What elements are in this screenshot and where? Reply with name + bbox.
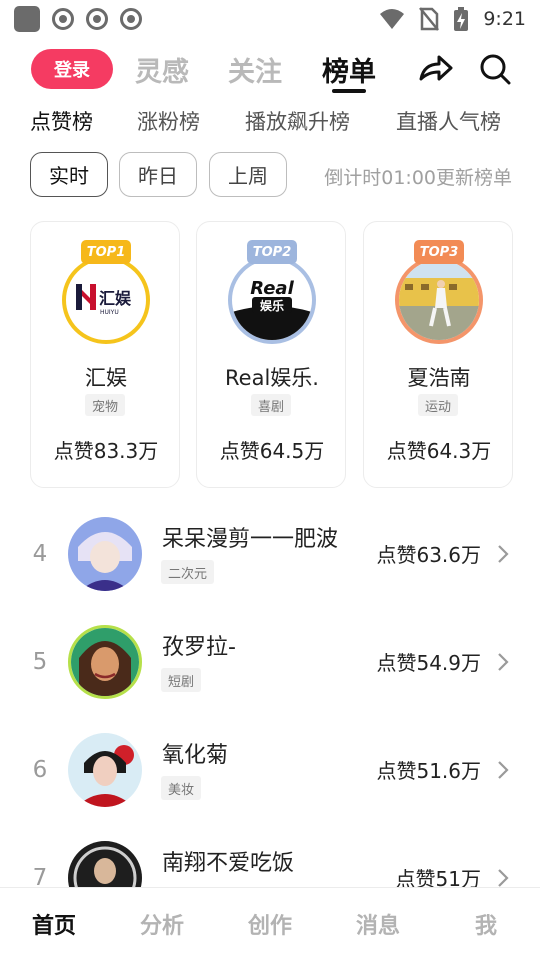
bottom-nav: 首页 分析 创作 消息 我 (0, 887, 540, 960)
top1-logo-text: 汇娱 (99, 289, 132, 308)
top3-avatar (395, 256, 483, 344)
chevron-right-icon (498, 653, 509, 671)
tab-inspiration[interactable]: 灵感 (135, 50, 189, 89)
chrome-icon (52, 8, 74, 30)
top1-card[interactable]: TOP1 汇娱 HUIYU 汇娱 宠物 点赞83.3万 (30, 221, 180, 488)
top1-badge: TOP1 (81, 240, 131, 264)
filter-last-week[interactable]: 上周 (209, 152, 287, 197)
top2-likes: 点赞64.5万 (219, 439, 325, 463)
top1-likes: 点赞83.3万 (53, 439, 159, 463)
top3-name: 夏浩南 (407, 366, 471, 390)
chevron-right-icon (498, 869, 509, 887)
creator-name: 呆呆漫剪一一肥波 (162, 527, 339, 552)
bottom-tab-messages[interactable]: 消息 (338, 908, 418, 940)
app-icon (14, 6, 40, 32)
ranking-row[interactable]: 5 孜罗拉- 短剧 点赞54.9万 (0, 625, 540, 725)
share-arrow-icon[interactable] (418, 53, 454, 83)
subtab-live-popularity[interactable]: 直播人气榜 (396, 106, 501, 136)
subtab-play-surge[interactable]: 播放飙升榜 (245, 106, 350, 136)
like-count: 点赞51.6万 (376, 759, 481, 783)
avatar (68, 625, 142, 699)
ranking-row[interactable]: 4 呆呆漫剪一一肥波 二次元 点赞63.6万 (0, 517, 540, 617)
avatar (68, 517, 142, 591)
top2-tag: 喜剧 (250, 394, 292, 416)
search-icon[interactable] (479, 53, 511, 85)
ranking-type-tabs: 点赞榜 涨粉榜 播放飙升榜 直播人气榜 (0, 104, 540, 140)
rank-number: 5 (32, 649, 48, 675)
bottom-tab-create[interactable]: 创作 (230, 908, 310, 940)
chevron-right-icon (498, 545, 509, 563)
tab-following[interactable]: 关注 (228, 50, 282, 89)
top2-logo-text: Real (250, 278, 294, 299)
filter-realtime[interactable]: 实时 (30, 152, 108, 197)
chrome-icon (86, 8, 108, 30)
top2-card[interactable]: TOP2 Real 娱乐 Real娱乐. 喜剧 点赞64.5万 (196, 221, 346, 488)
top2-badge: TOP2 (247, 240, 297, 264)
top3-tag: 运动 (417, 394, 459, 416)
like-count: 点赞63.6万 (376, 543, 481, 567)
top1-logo-sub: HUIYU (100, 309, 119, 316)
top-nav: 登录 灵感 关注 榜单 (0, 44, 540, 96)
creator-name: 氧化菊 (162, 743, 229, 768)
creator-name: 南翔不爱吃饭 (162, 851, 295, 876)
rank-number: 6 (32, 757, 48, 783)
time-filters: 实时 昨日 上周 倒计时01:00更新榜单 (0, 152, 540, 198)
category-tag: 美妆 (161, 776, 202, 800)
update-countdown: 倒计时01:00更新榜单 (324, 167, 512, 189)
like-count: 点赞54.9万 (376, 651, 481, 675)
chevron-right-icon (498, 761, 509, 779)
creator-name: 孜罗拉- (162, 635, 236, 660)
top1-name: 汇娱 (85, 366, 127, 390)
battery-charging-icon (454, 7, 469, 31)
filter-yesterday[interactable]: 昨日 (119, 152, 197, 197)
status-time: 9:21 (483, 8, 526, 30)
top1-tag: 宠物 (84, 394, 126, 416)
chrome-icon (120, 8, 142, 30)
category-tag: 二次元 (161, 560, 215, 584)
top3-badge: TOP3 (414, 240, 464, 264)
tab-rankings[interactable]: 榜单 (322, 50, 376, 89)
top1-avatar: 汇娱 HUIYU (62, 256, 150, 344)
bottom-tab-analysis[interactable]: 分析 (122, 908, 202, 940)
login-button[interactable]: 登录 (31, 49, 113, 89)
top2-avatar: Real 娱乐 (228, 256, 316, 344)
top2-logo-sub: 娱乐 (260, 298, 284, 313)
top2-name: Real娱乐. (225, 366, 319, 390)
top3-likes: 点赞64.3万 (386, 439, 492, 463)
no-sim-icon (419, 7, 440, 31)
subtab-likes[interactable]: 点赞榜 (30, 106, 93, 136)
rank-number: 4 (32, 541, 48, 567)
category-tag: 短剧 (161, 668, 202, 692)
top3-card[interactable]: TOP3 夏浩南 运动 点赞64.3万 (363, 221, 513, 488)
avatar (68, 733, 142, 807)
active-tab-indicator (332, 89, 366, 93)
bottom-tab-me[interactable]: 我 (446, 908, 526, 940)
status-bar: 9:21 (0, 0, 540, 36)
ranking-row[interactable]: 6 氧化菊 美妆 点赞51.6万 (0, 733, 540, 833)
subtab-followers-growth[interactable]: 涨粉榜 (137, 106, 200, 136)
bottom-tab-home[interactable]: 首页 (14, 908, 94, 940)
wifi-icon (380, 9, 405, 29)
